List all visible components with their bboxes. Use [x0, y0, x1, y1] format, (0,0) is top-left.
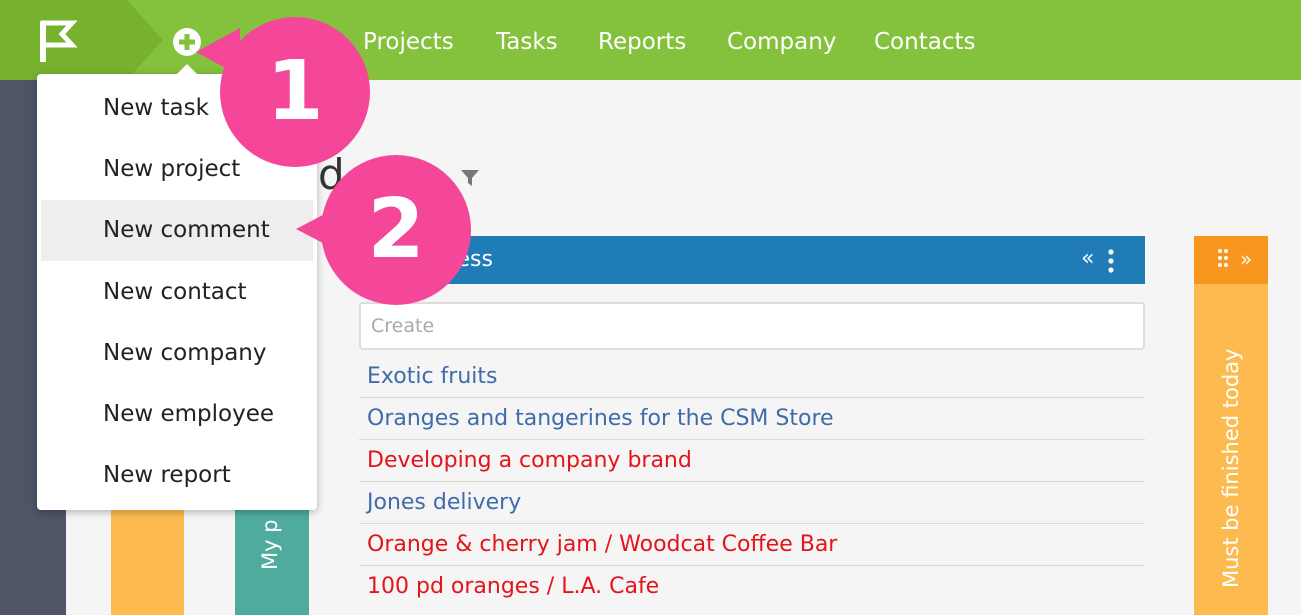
nav-company[interactable]: Company	[727, 0, 836, 80]
task-item[interactable]: Orange & cherry jam / Woodcat Coffee Bar	[359, 524, 1145, 566]
menu-item-new-company[interactable]: New company	[41, 323, 313, 384]
collapsed-column-yellow[interactable]	[111, 500, 184, 615]
menu-item-new-contact[interactable]: New contact	[41, 262, 313, 323]
callout-badge-2: 2	[321, 155, 471, 305]
callout-badge-1: 1	[220, 17, 370, 167]
more-vertical-icon[interactable]	[1107, 248, 1115, 274]
menu-item-new-employee[interactable]: New employee	[41, 384, 313, 445]
column-header-in-progress: gress «	[359, 236, 1145, 284]
task-item[interactable]: Exotic fruits	[359, 356, 1145, 398]
logo-area[interactable]	[0, 0, 127, 80]
task-item[interactable]: Jones delivery	[359, 482, 1145, 524]
logo-arrow-shape	[127, 0, 163, 80]
nav-contacts[interactable]: Contacts	[874, 0, 975, 80]
expand-right-icon[interactable]: »	[1240, 245, 1252, 273]
column-label-must-be-finished-today: Must be finished today	[1219, 348, 1243, 588]
nav-projects[interactable]: Projects	[363, 0, 454, 80]
nav-reports[interactable]: Reports	[598, 0, 686, 80]
create-task-input[interactable]	[359, 302, 1145, 350]
task-item[interactable]: Oranges and tangerines for the CSM Store	[359, 398, 1145, 440]
menu-item-new-report[interactable]: New report	[41, 445, 313, 506]
menu-item-new-comment[interactable]: New comment	[41, 200, 313, 261]
task-list: Exotic fruits Oranges and tangerines for…	[359, 356, 1145, 607]
task-item[interactable]: Developing a company brand	[359, 440, 1145, 482]
filter-icon[interactable]	[461, 170, 479, 186]
column-header-orange: »	[1194, 236, 1268, 284]
drag-handle-icon[interactable]	[1217, 248, 1229, 272]
collapse-left-icon[interactable]: «	[1081, 245, 1094, 273]
flag-icon	[40, 20, 78, 62]
task-item[interactable]: 100 pd oranges / L.A. Cafe	[359, 566, 1145, 607]
nav-tasks[interactable]: Tasks	[496, 0, 558, 80]
column-label-teal: My p	[258, 519, 282, 570]
